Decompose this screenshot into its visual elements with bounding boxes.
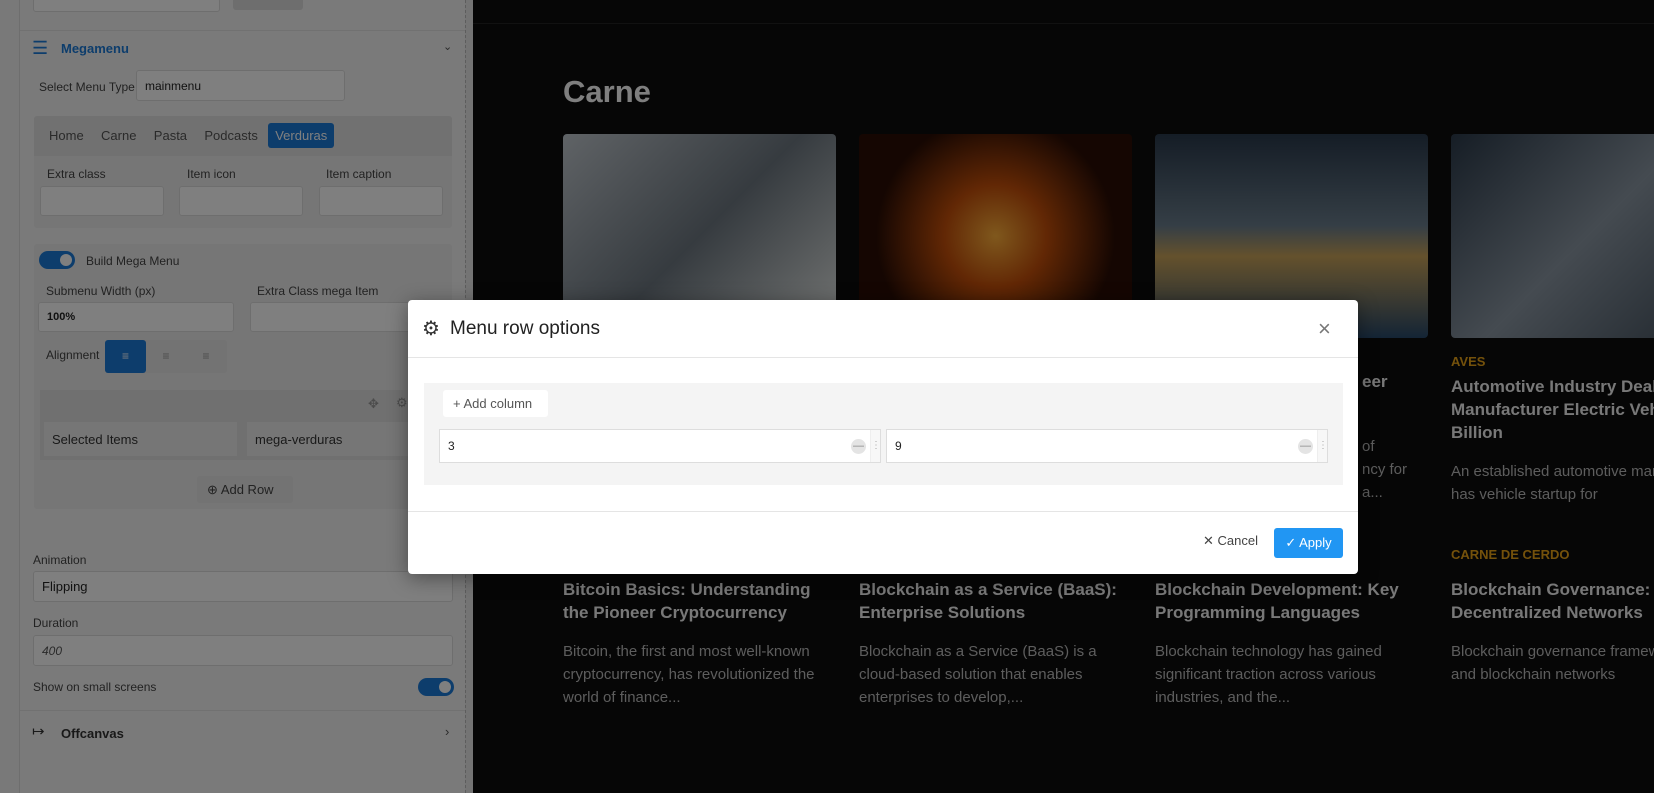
modal-title: Menu row options (450, 318, 600, 339)
add-column-label: Add column (463, 396, 533, 411)
menu-row-options-modal: ⚙ Menu row options × + Add column 3 — ⋮ 9 —… (408, 300, 1358, 574)
close-icon: ✕ (1203, 533, 1214, 548)
cancel-button[interactable]: ✕ Cancel (1203, 533, 1258, 549)
divider (408, 511, 1358, 512)
close-icon[interactable]: × (1318, 316, 1331, 342)
column-width-input[interactable]: 9 — ⋮ (886, 429, 1328, 463)
add-column-button[interactable]: + Add column (443, 390, 548, 417)
apply-button[interactable]: ✓ Apply (1274, 528, 1343, 558)
gear-icon: ⚙ (422, 318, 440, 340)
plus-icon: + (453, 396, 461, 411)
drag-handle-icon[interactable]: ⋮ (1317, 430, 1328, 462)
column-value: 9 (895, 439, 902, 453)
drag-handle-icon[interactable]: ⋮ (870, 430, 881, 462)
remove-column-icon[interactable]: — (1298, 439, 1313, 454)
apply-label: Apply (1299, 535, 1332, 550)
cancel-label: Cancel (1217, 533, 1258, 548)
divider (408, 357, 1358, 358)
remove-column-icon[interactable]: — (851, 439, 866, 454)
column-value: 3 (448, 439, 455, 453)
check-icon: ✓ (1285, 535, 1297, 550)
column-width-input[interactable]: 3 — ⋮ (439, 429, 881, 463)
